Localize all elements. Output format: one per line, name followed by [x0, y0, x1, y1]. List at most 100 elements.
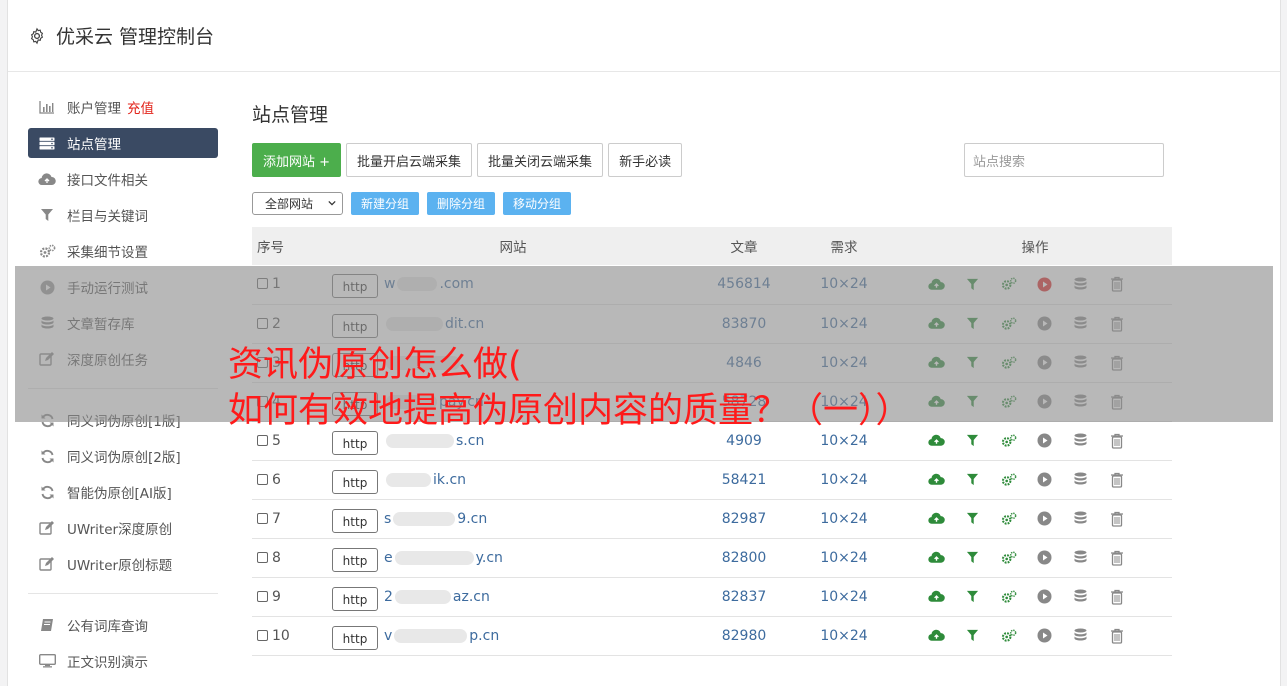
- sidebar-item-sidebar-items-4[interactable]: 采集细节设置: [28, 236, 218, 266]
- cloud-upload-icon[interactable]: [928, 510, 945, 527]
- article-count[interactable]: 82837: [722, 589, 767, 605]
- article-count[interactable]: 58421: [722, 472, 767, 488]
- bar-chart-icon: [38, 100, 56, 114]
- sidebar-item-label: 智能伪原创[AI版]: [67, 486, 172, 502]
- database-icon[interactable]: [1072, 627, 1089, 644]
- cloud-upload-icon[interactable]: [928, 627, 945, 644]
- sidebar-item-sidebar-items2-2[interactable]: 智能伪原创[AI版]: [28, 477, 218, 507]
- database-icon[interactable]: [1072, 549, 1089, 566]
- sidebar-item-sidebar-items-0[interactable]: 账户管理 充值: [28, 92, 218, 122]
- filter-icon[interactable]: [964, 549, 981, 566]
- article-count[interactable]: 82980: [722, 628, 767, 644]
- filter-icon[interactable]: [964, 627, 981, 644]
- sidebar-item-sidebar-items-2[interactable]: 接口文件相关: [28, 164, 218, 194]
- database-icon[interactable]: [1072, 471, 1089, 488]
- cloud-upload-icon[interactable]: [928, 549, 945, 566]
- row-checkbox[interactable]: [257, 629, 268, 641]
- row-checkbox[interactable]: [257, 473, 268, 485]
- trash-icon[interactable]: [1108, 510, 1125, 527]
- trash-icon[interactable]: [1108, 432, 1125, 449]
- server-icon: [38, 136, 56, 150]
- row-checkbox[interactable]: [257, 551, 268, 563]
- sidebar-item-label: 栏目与关键词: [67, 209, 148, 225]
- http-badge: http: [332, 430, 378, 455]
- trash-icon[interactable]: [1108, 627, 1125, 644]
- sidebar-item-sidebar-items3-0[interactable]: 公有词库查询: [28, 610, 218, 640]
- filter-icon[interactable]: [964, 588, 981, 605]
- overlay-line-1: 资讯伪原创怎么做(: [228, 345, 522, 385]
- gears-icon[interactable]: [1000, 510, 1017, 527]
- sidebar-item-label: UWriter深度原创: [67, 522, 173, 538]
- play-icon[interactable]: [1036, 510, 1053, 527]
- table-row: 9 http 2 az.cn 82837 10×24: [252, 577, 1172, 616]
- site-url-suffix[interactable]: y.cn: [476, 550, 503, 566]
- article-count[interactable]: 82987: [722, 511, 767, 527]
- row-actions: [928, 588, 1172, 605]
- filter-icon[interactable]: [964, 471, 981, 488]
- row-actions: [928, 471, 1172, 488]
- row-checkbox[interactable]: [257, 512, 268, 524]
- chevron-down-icon: [328, 200, 336, 205]
- masked-domain: [393, 511, 456, 526]
- row-number: 6: [272, 471, 281, 488]
- filter-icon[interactable]: [964, 510, 981, 527]
- play-icon[interactable]: [1036, 627, 1053, 644]
- site-url-prefix[interactable]: v: [384, 628, 392, 644]
- site-url-prefix[interactable]: 2: [384, 589, 393, 605]
- site-url-suffix[interactable]: p.cn: [469, 628, 499, 644]
- demand-value: 10×24: [820, 549, 868, 566]
- play-icon[interactable]: [1036, 471, 1053, 488]
- row-checkbox[interactable]: [257, 590, 268, 602]
- site-url-suffix[interactable]: s.cn: [456, 433, 484, 449]
- trash-icon[interactable]: [1108, 588, 1125, 605]
- cloud-upload-icon[interactable]: [928, 588, 945, 605]
- batch-enable-cloud-button[interactable]: 批量开启云端采集: [346, 143, 473, 177]
- sidebar-item-sidebar-items-3[interactable]: 栏目与关键词: [28, 200, 218, 230]
- delete-group-button[interactable]: 删除分组: [427, 191, 496, 215]
- site-url-suffix[interactable]: ik.cn: [433, 472, 466, 488]
- row-checkbox[interactable]: [257, 434, 268, 446]
- demand-value: 10×24: [820, 588, 868, 605]
- cloud-upload-icon[interactable]: [928, 471, 945, 488]
- site-url-suffix[interactable]: az.cn: [453, 589, 490, 605]
- demand-value: 10×24: [820, 432, 868, 449]
- gears-icon[interactable]: [1000, 549, 1017, 566]
- sidebar-item-sidebar-items-1[interactable]: 站点管理: [28, 128, 218, 158]
- recharge-link[interactable]: 充值: [127, 97, 154, 117]
- gears-icon[interactable]: [1000, 432, 1017, 449]
- article-count[interactable]: 82800: [722, 550, 767, 566]
- sidebar-item-sidebar-items2-1[interactable]: 同义词伪原创[2版]: [28, 441, 218, 471]
- trash-icon[interactable]: [1108, 471, 1125, 488]
- play-icon[interactable]: [1036, 588, 1053, 605]
- add-site-button[interactable]: 添加网站 +: [252, 143, 342, 177]
- new-group-button[interactable]: 新建分组: [351, 191, 420, 215]
- masked-domain: [394, 589, 451, 604]
- cloud-upload-icon[interactable]: [928, 432, 945, 449]
- table-row: 10 http v p.cn 82980 10×24: [252, 616, 1172, 655]
- play-icon[interactable]: [1036, 432, 1053, 449]
- database-icon[interactable]: [1072, 432, 1089, 449]
- gears-icon[interactable]: [1000, 471, 1017, 488]
- masked-domain: [386, 433, 454, 448]
- database-icon[interactable]: [1072, 510, 1089, 527]
- sidebar-divider: [28, 593, 218, 594]
- sidebar-item-sidebar-items2-3[interactable]: UWriter深度原创: [28, 513, 218, 543]
- sidebar-item-sidebar-items2-4[interactable]: UWriter原创标题: [28, 549, 218, 579]
- sidebar-item-sidebar-items3-1[interactable]: 正文识别演示: [28, 646, 218, 676]
- play-icon[interactable]: [1036, 549, 1053, 566]
- demand-value: 10×24: [820, 510, 868, 527]
- filter-icon[interactable]: [964, 432, 981, 449]
- site-url-prefix[interactable]: e: [384, 550, 393, 566]
- gears-icon[interactable]: [1000, 588, 1017, 605]
- site-search-input[interactable]: 站点搜索: [964, 143, 1164, 177]
- beginner-guide-button[interactable]: 新手必读: [608, 143, 683, 177]
- group-select[interactable]: 全部网站: [252, 191, 343, 215]
- site-url-suffix[interactable]: 9.cn: [457, 511, 487, 527]
- site-url-prefix[interactable]: s: [384, 511, 391, 527]
- move-group-button[interactable]: 移动分组: [503, 191, 572, 215]
- database-icon[interactable]: [1072, 588, 1089, 605]
- trash-icon[interactable]: [1108, 549, 1125, 566]
- gears-icon[interactable]: [1000, 627, 1017, 644]
- article-count[interactable]: 4909: [726, 433, 762, 449]
- batch-disable-cloud-button[interactable]: 批量关闭云端采集: [477, 143, 604, 177]
